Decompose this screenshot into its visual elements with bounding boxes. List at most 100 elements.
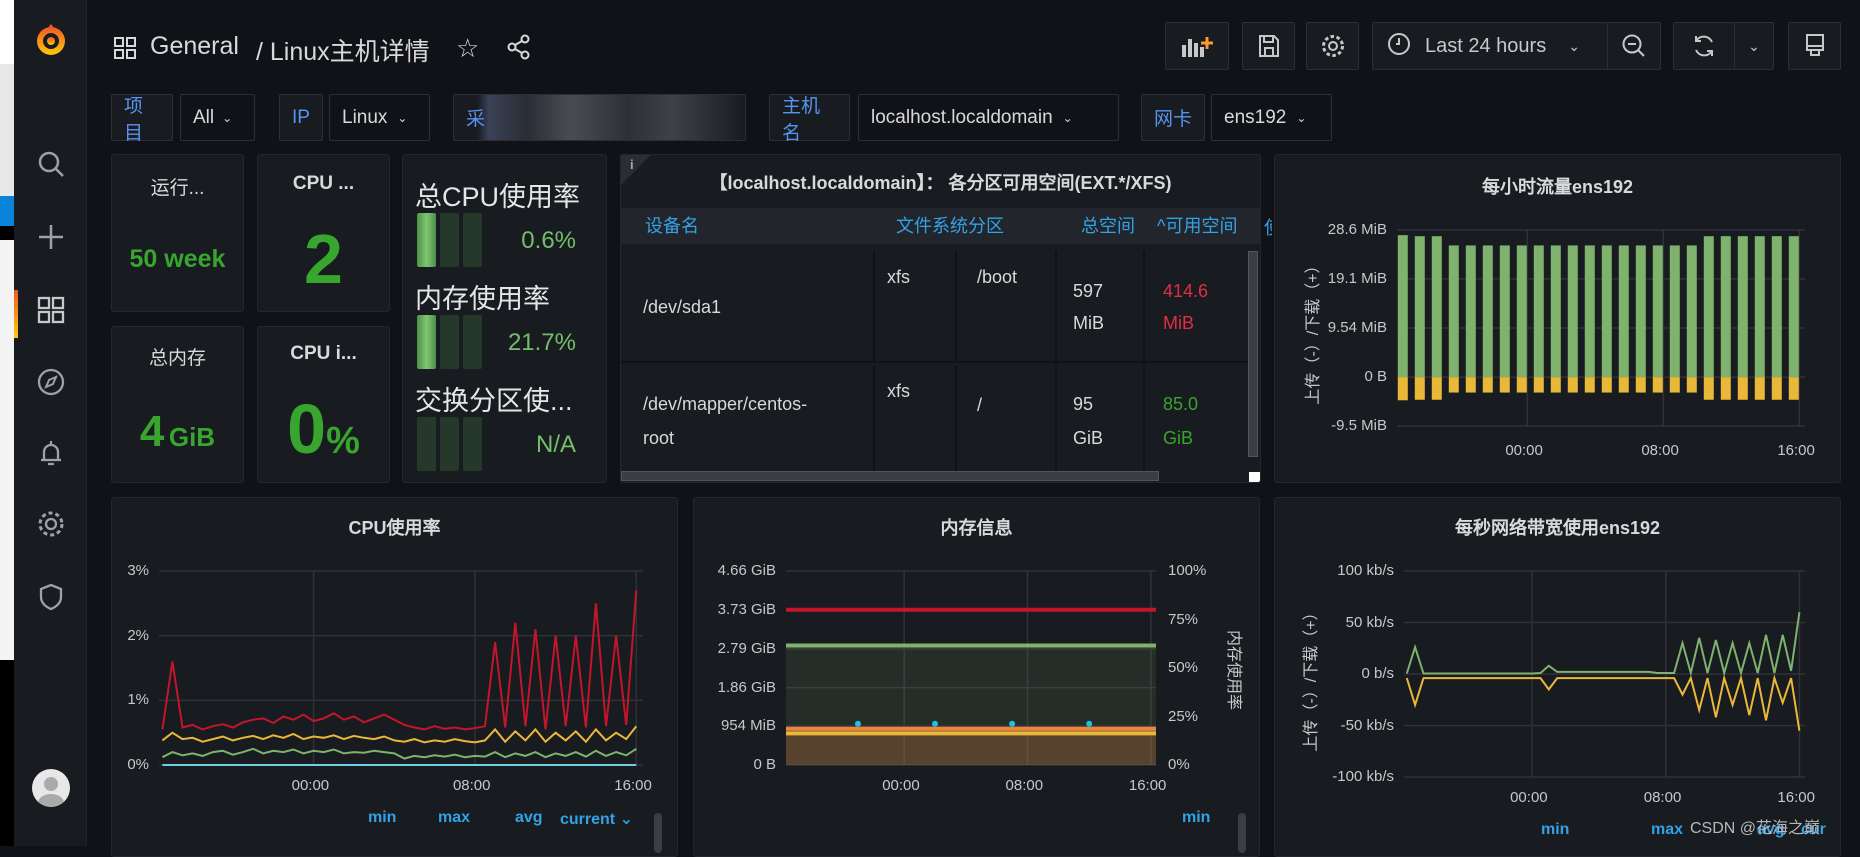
y2-tick-label: 100% xyxy=(1168,562,1207,579)
bar-download xyxy=(1737,236,1748,378)
tv-mode-button[interactable] xyxy=(1788,22,1841,70)
bar-download xyxy=(1754,236,1765,378)
bar-upload xyxy=(1431,377,1442,400)
breadcrumb-folder[interactable]: General xyxy=(150,32,239,61)
explore-compass-icon[interactable] xyxy=(35,366,67,398)
cell-total: 95 GiB xyxy=(1073,387,1103,455)
dashboard-title[interactable]: / Linux主机详情 xyxy=(256,32,430,68)
gauge-cell xyxy=(463,315,482,369)
chevron-down-icon: ⌄ xyxy=(397,110,408,125)
bar-download xyxy=(1397,235,1408,378)
alerting-bell-icon[interactable] xyxy=(35,437,67,469)
bar-upload xyxy=(1397,377,1408,401)
cell-total: 597 MiB xyxy=(1073,275,1104,339)
user-avatar[interactable] xyxy=(32,769,70,807)
x-tick-label: 16:00 xyxy=(1777,442,1815,459)
bar-download xyxy=(1771,236,1782,378)
gauge-cell xyxy=(463,417,482,471)
vertical-scrollbar[interactable] xyxy=(1248,251,1258,457)
variable-blurred[interactable]: 采 xyxy=(453,94,746,141)
save-dashboard-button[interactable] xyxy=(1242,22,1295,70)
configuration-gear-icon[interactable] xyxy=(35,508,67,540)
bar-download xyxy=(1686,245,1697,378)
y-tick-label: 50 kb/s xyxy=(1345,613,1394,631)
bar-upload xyxy=(1771,377,1782,400)
y-tick-label: 0 b/s xyxy=(1361,665,1394,682)
network-bandwidth-panel: 每秒网络带宽使用ens192 上传（-）/下载（+） min max avg c… xyxy=(1274,497,1841,857)
panel-title: 【localhost.localdomain】： 各分区可用空间(EXT.*/X… xyxy=(709,173,1172,193)
grafana-logo-icon[interactable] xyxy=(31,20,71,60)
y-tick-label: 28.6 MiB xyxy=(1327,221,1387,238)
star-icon[interactable]: ☆ xyxy=(456,33,479,64)
bar-download xyxy=(1703,236,1714,378)
bar-download xyxy=(1720,236,1731,378)
variable-select-hostname[interactable]: localhost.localdomain ⌄ xyxy=(858,94,1119,141)
gauge-title: 交换分区使... xyxy=(415,386,573,416)
series-line xyxy=(1405,612,1801,677)
cell-available: 85.0 GiB xyxy=(1163,387,1198,455)
column-header-total[interactable]: 总空间 xyxy=(1081,208,1135,244)
variable-select-nic[interactable]: ens192 ⌄ xyxy=(1211,94,1332,141)
bar-upload xyxy=(1482,377,1493,393)
variable-select-ip[interactable]: Linux ⌄ xyxy=(329,94,430,141)
y-tick-label: 2% xyxy=(127,626,149,644)
panel-title: 总内存 xyxy=(148,348,206,369)
bar-download xyxy=(1431,236,1442,378)
gauge-cell xyxy=(440,213,459,267)
horizontal-scrollbar[interactable] xyxy=(621,471,1159,481)
stat-number: 4 xyxy=(139,407,165,456)
stat-value: 2 xyxy=(304,220,343,298)
y-tick-label: 100 kb/s xyxy=(1337,562,1394,579)
stat-panel-total-memory: 总内存 4 GiB xyxy=(111,326,244,483)
variable-select-project[interactable]: All ⌄ xyxy=(180,94,255,141)
x-tick-label: 16:00 xyxy=(1777,789,1815,806)
dashboards-icon[interactable] xyxy=(35,294,67,326)
partition-table-panel: i 【localhost.localdomain】： 各分区可用空间(EXT.*… xyxy=(620,154,1261,483)
stat-number: 0 xyxy=(287,390,327,468)
stat-panel-cpu-iowait: CPU i... 0% xyxy=(257,326,390,483)
y-tick-label: 9.54 MiB xyxy=(1327,319,1387,337)
dashboard-settings-button[interactable] xyxy=(1306,22,1359,70)
cell-device-line: root xyxy=(643,428,675,448)
x-tick-label: 16:00 xyxy=(1128,777,1167,794)
column-header-available[interactable]: ^可用空间 xyxy=(1157,208,1237,244)
y-tick-label: -9.5 MiB xyxy=(1331,417,1387,434)
variable-label-project: 项目 xyxy=(111,94,173,144)
gauge-cell xyxy=(440,417,459,471)
create-plus-icon[interactable] xyxy=(35,221,67,253)
dashboard-grid-icon xyxy=(113,36,137,65)
bar-download xyxy=(1652,245,1663,378)
gauge-cell xyxy=(417,315,436,369)
bar-download xyxy=(1584,245,1595,378)
bar-download xyxy=(1567,245,1578,378)
time-range-picker[interactable]: Last 24 hours ⌄ xyxy=(1372,22,1608,70)
column-header-device[interactable]: 设备名 xyxy=(645,208,699,244)
bar-upload xyxy=(1448,377,1459,393)
cell-available-value: 414.6 xyxy=(1163,281,1209,301)
y-tick-label: 3% xyxy=(127,562,149,579)
gauge-value: 21.7% xyxy=(507,329,576,356)
x-tick-label: 00:00 xyxy=(291,777,330,794)
series-point xyxy=(932,720,939,727)
bar-download xyxy=(1533,245,1544,378)
refresh-interval-dropdown[interactable]: ⌄ xyxy=(1734,22,1774,70)
cell-device: /dev/sda1 xyxy=(643,297,722,317)
share-icon[interactable] xyxy=(506,34,532,65)
select-value: localhost.localdomain xyxy=(871,106,1053,128)
x-tick-label: 08:00 xyxy=(1641,442,1679,459)
stat-panel-uptime: 运行... 50 week xyxy=(111,154,244,312)
bar-upload xyxy=(1533,377,1544,393)
background-window-strip xyxy=(0,0,14,846)
server-admin-shield-icon[interactable] xyxy=(35,581,67,613)
search-icon[interactable] xyxy=(35,148,67,180)
add-panel-button[interactable] xyxy=(1165,22,1229,70)
gauge-value: 0.6% xyxy=(521,227,576,254)
sidebar xyxy=(14,0,87,846)
column-header-filesystem[interactable]: 文件系统分区 xyxy=(896,208,1004,244)
chart-plot xyxy=(159,570,643,766)
zoom-out-button[interactable] xyxy=(1607,22,1661,70)
gauge-cell xyxy=(417,417,436,471)
y-tick-label: 4.66 GiB xyxy=(717,562,776,579)
bar-upload xyxy=(1720,377,1731,400)
refresh-button[interactable] xyxy=(1673,22,1735,70)
